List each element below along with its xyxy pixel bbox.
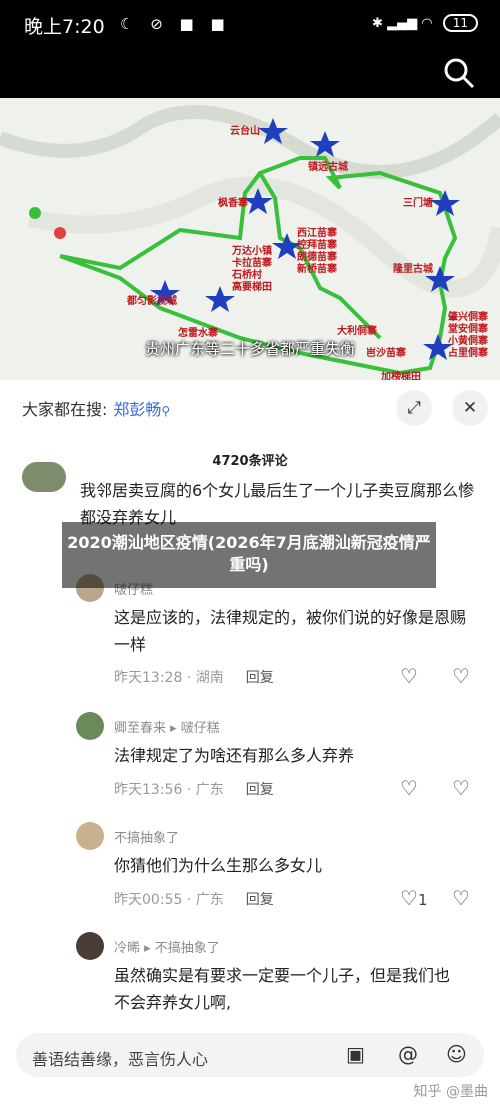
- emoji-icon[interactable]: ☺: [446, 1042, 467, 1066]
- comment-time: 昨天13:28: [114, 670, 183, 686]
- avatar[interactable]: [76, 932, 104, 960]
- map-label: 镇远古城: [308, 162, 348, 173]
- reply-button[interactable]: 回复: [246, 670, 274, 686]
- comment-text: 法律规定了为啥还有那么多人弃养: [114, 746, 355, 765]
- dislike-icon[interactable]: ♡: [452, 886, 470, 910]
- comment-location: 湖南: [195, 670, 224, 686]
- article-title-overlay: 2020潮汕地区疫情(2026年7月底潮汕新冠疫情严重吗): [62, 522, 436, 588]
- map-label: 枫香寨: [218, 198, 248, 209]
- comment-placeholder: 善语结善缘，恶言伤人心: [32, 1050, 209, 1069]
- map-label: 高要梯田: [232, 282, 272, 293]
- battery-icon: 11: [442, 14, 478, 32]
- status-notification-icons: ☾ ⊘ ■ ■: [120, 15, 231, 33]
- avatar[interactable]: [22, 462, 66, 492]
- avatar[interactable]: [76, 712, 104, 740]
- status-right-icons: ✱ ▂▄▆ ◠ 11: [372, 14, 478, 32]
- map-label: 云台山: [230, 126, 260, 137]
- video-frame-map[interactable]: 云台山 镇远古城 三门塘 枫香寨 西江苗寨 控拜苗寨 朗德苗寨 新桥苗寨 隆里古…: [0, 98, 500, 380]
- expand-icon[interactable]: ⤢: [396, 390, 432, 426]
- mention-icon[interactable]: @: [398, 1042, 418, 1066]
- map-label: 隆里古城: [393, 264, 433, 275]
- comment-author[interactable]: 不搞抽象了: [114, 827, 179, 846]
- map-label: 都匀影视城: [127, 296, 177, 307]
- video-subtitle: 贵州广东等二十多省都严重失衡: [144, 340, 355, 358]
- comment-location: 广东: [195, 892, 224, 908]
- search-icon: ⚲: [161, 404, 171, 418]
- like-icon[interactable]: ♡1: [400, 886, 427, 910]
- comment-count: 4720条评论: [212, 454, 288, 469]
- reply-button[interactable]: 回复: [246, 782, 274, 798]
- comment-text: 虽然确实是有要求一定要一个儿子，但是我们也不会弃养女儿啊,: [114, 966, 451, 1012]
- comment-text: 这是应该的，法律规定的，被你们说的好像是恩赐一样: [114, 608, 467, 654]
- trending-prefix: 大家都在搜:: [22, 400, 108, 419]
- status-time: 晚上7:20: [24, 16, 105, 38]
- trending-keyword[interactable]: 郑彭畅: [113, 400, 161, 419]
- comment-text: 你猜他们为什么生那么多女儿: [114, 856, 323, 875]
- close-icon[interactable]: ✕: [452, 390, 488, 426]
- like-count: 1: [417, 891, 428, 909]
- like-icon[interactable]: ♡: [400, 776, 418, 800]
- comment-location: 广东: [195, 782, 224, 798]
- video-top-bar: [0, 50, 500, 98]
- comment-meta: 昨天00:55 · 广东 回复: [114, 892, 274, 908]
- dislike-icon[interactable]: ♡: [452, 664, 470, 688]
- comment-meta: 昨天13:56 · 广东 回复: [114, 782, 274, 798]
- reply-button[interactable]: 回复: [246, 892, 274, 908]
- avatar[interactable]: [76, 822, 104, 850]
- image-icon[interactable]: ▣: [346, 1042, 365, 1066]
- bluetooth-icon: ✱: [372, 16, 383, 31]
- signal-icon: ▂▄▆: [387, 16, 418, 31]
- dislike-icon[interactable]: ♡: [452, 776, 470, 800]
- map-label: 三门塘: [403, 198, 433, 209]
- comment-meta: 昨天13:28 · 湖南 回复: [114, 670, 274, 686]
- comment-time: 昨天13:56: [114, 782, 183, 798]
- like-icon[interactable]: ♡: [400, 664, 418, 688]
- trending-search[interactable]: 大家都在搜: 郑彭畅⚲: [22, 396, 170, 420]
- search-icon[interactable]: [442, 56, 476, 90]
- comment-time: 昨天00:55: [114, 892, 183, 908]
- map-label: 新桥苗寨: [297, 264, 337, 275]
- map-label: 加榜梯田: [381, 372, 421, 380]
- map-label: 怎雷水寨: [178, 328, 218, 339]
- watermark: 知乎 @墨曲: [413, 1084, 488, 1100]
- comment-author[interactable]: 冷晞 ▸ 不搞抽象了: [114, 937, 220, 956]
- comment-input[interactable]: 善语结善缘，恶言伤人心 ▣ @ ☺: [16, 1033, 484, 1077]
- comment-author[interactable]: 卿至春来 ▸ 啵仔糕: [114, 717, 220, 736]
- map-label: 大利侗寨: [337, 326, 377, 337]
- status-bar: 晚上7:20 ☾ ⊘ ■ ■ ✱ ▂▄▆ ◠ 11: [0, 0, 500, 50]
- wifi-icon: ◠: [421, 16, 433, 31]
- comment-input-bar: 善语结善缘，恶言伤人心 ▣ @ ☺ 知乎 @墨曲: [0, 1021, 500, 1111]
